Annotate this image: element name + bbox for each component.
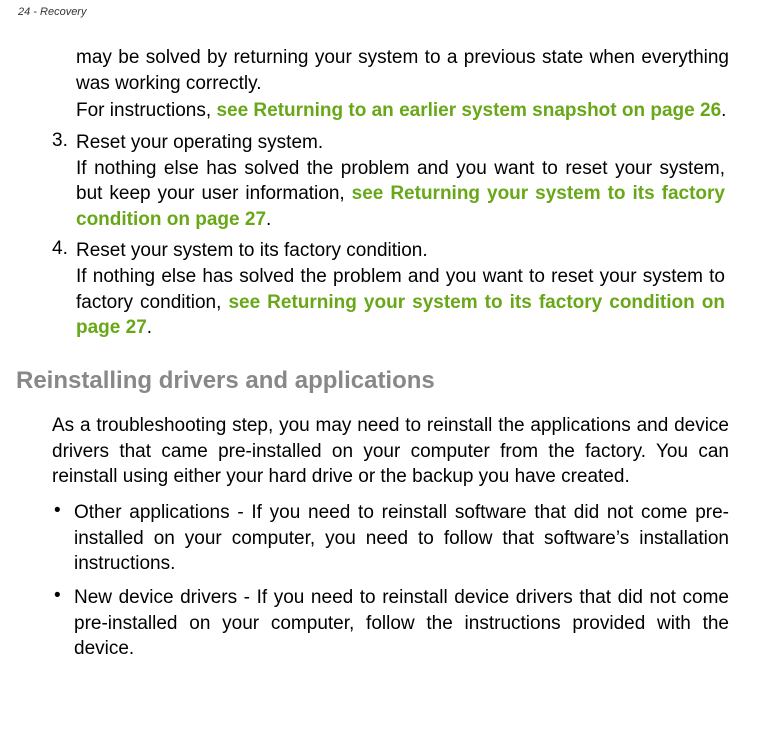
bullet-item-1: • Other applications - If you need to re… xyxy=(54,500,729,577)
bullet-item-2: • New device drivers - If you need to re… xyxy=(54,585,729,662)
bullet-mark-1: • xyxy=(54,500,74,577)
list-number-3: 3. xyxy=(52,130,76,152)
intro-text-2: For instructions, xyxy=(76,100,216,121)
page-header: 24 - Recovery xyxy=(18,6,86,18)
item3-body-post: . xyxy=(266,209,271,230)
bullet-mark-2: • xyxy=(54,585,74,662)
bullet-content-2: New device drivers - If you need to rein… xyxy=(74,585,729,662)
item4-title: Reset your system to its factory conditi… xyxy=(76,240,428,261)
bullet-content-1: Other applications - If you need to rein… xyxy=(74,500,729,577)
item3-title: Reset your operating system. xyxy=(76,132,323,153)
section-para-1: As a troubleshooting step, you may need … xyxy=(52,413,729,490)
link-snapshot[interactable]: see Returning to an earlier system snaps… xyxy=(216,100,721,121)
section-heading-reinstalling: Reinstalling drivers and applications xyxy=(16,367,729,395)
list-number-4: 4. xyxy=(52,238,76,260)
intro-text-3: . xyxy=(721,100,726,121)
intro-instructions: For instructions, see Returning to an ea… xyxy=(76,98,729,124)
list-content-3: Reset your operating system. If nothing … xyxy=(76,130,725,233)
item4-body-post: . xyxy=(147,317,152,338)
list-item-3: 3. Reset your operating system. If nothi… xyxy=(52,130,729,233)
intro-text-1: may be solved by returning your system t… xyxy=(76,47,729,94)
list-item-4: 4. Reset your system to its factory cond… xyxy=(52,238,729,341)
list-content-4: Reset your system to its factory conditi… xyxy=(76,238,725,341)
intro-paragraph: may be solved by returning your system t… xyxy=(76,45,729,96)
main-content: may be solved by returning your system t… xyxy=(52,45,729,662)
